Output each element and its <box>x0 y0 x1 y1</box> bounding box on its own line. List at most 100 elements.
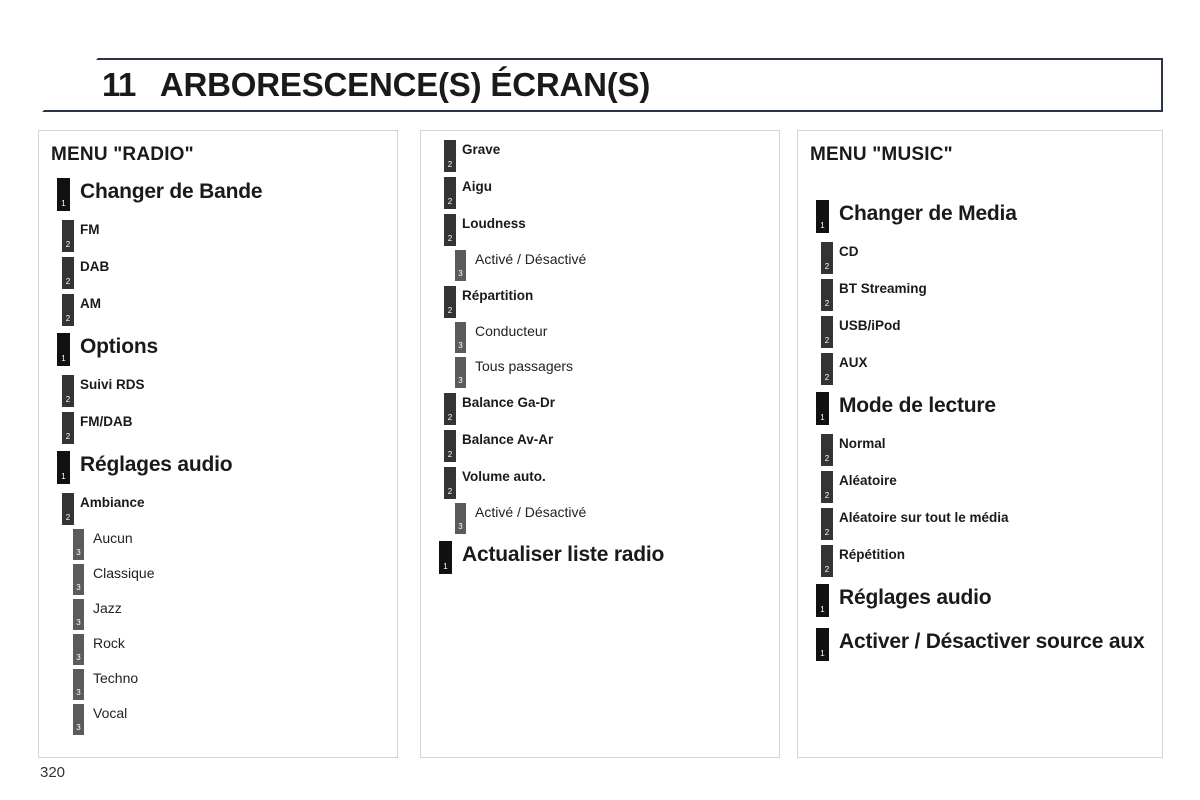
menu-column-radio: MENU "RADIO" 1 Changer de Bande 2 FM 2 DAB 2 AM… <box>38 130 398 758</box>
menu-node-label: Changer de Bande <box>80 180 263 203</box>
menu-node-level-3[interactable]: 3 Aucun <box>39 529 397 561</box>
level-2-marker-icon: 2 <box>821 545 833 577</box>
level-2-marker-icon: 2 <box>62 493 74 525</box>
menu-node-label: Rock <box>93 635 125 651</box>
level-1-marker-icon: 1 <box>816 200 829 233</box>
menu-node-level-2[interactable]: 2 Aléatoire <box>798 471 1162 504</box>
chapter-header-content: 11 ARBORESCENCE(S) ÉCRAN(S) <box>42 66 650 104</box>
menu-node-level-2[interactable]: 2 Suivi RDS <box>39 375 397 408</box>
menu-node-level-3[interactable]: 3 Vocal <box>39 704 397 736</box>
level-marker-number: 3 <box>76 688 81 697</box>
menu-node-level-1[interactable]: 1 Mode de lecture <box>798 392 1162 430</box>
menu-node-label: Loudness <box>462 216 526 231</box>
level-marker-number: 1 <box>61 199 66 208</box>
column-3-content: MENU "MUSIC" 1 Changer de Media 2 CD 2 BT Str… <box>798 131 1162 757</box>
menu-node-level-2[interactable]: 2 CD <box>798 242 1162 275</box>
menu-node-label: Aigu <box>462 179 492 194</box>
menu-node-level-2[interactable]: 2 Répartition <box>421 286 779 319</box>
menu-node-label: Activé / Désactivé <box>475 251 587 267</box>
menu-node-level-2[interactable]: 2 FM/DAB <box>39 412 397 445</box>
menu-node-label: Réglages audio <box>80 453 233 476</box>
menu-node-label: Ambiance <box>80 495 145 510</box>
chapter-header-banner: 11 ARBORESCENCE(S) ÉCRAN(S) <box>40 58 1163 112</box>
level-2-marker-icon: 2 <box>821 316 833 348</box>
level-marker-number: 1 <box>820 221 825 230</box>
menu-node-label: Grave <box>462 142 501 157</box>
menu-node-level-1[interactable]: 1 Réglages audio <box>798 584 1162 622</box>
menu-node-label: DAB <box>80 259 110 274</box>
menu-node-level-2[interactable]: 2 Aléatoire sur tout le média <box>798 508 1162 541</box>
level-marker-number: 2 <box>824 565 830 574</box>
level-marker-number: 2 <box>447 487 453 496</box>
menu-node-level-2[interactable]: 2 DAB <box>39 257 397 290</box>
menu-node-level-2[interactable]: 2 Ambiance <box>39 493 397 526</box>
menu-node-label: Aléatoire sur tout le média <box>839 510 1009 525</box>
level-marker-number: 2 <box>65 432 71 441</box>
level-marker-number: 2 <box>447 197 453 206</box>
menu-node-level-2[interactable]: 2 BT Streaming <box>798 279 1162 312</box>
menu-node-level-2[interactable]: 2 FM <box>39 220 397 253</box>
menu-node-level-3[interactable]: 3 Rock <box>39 634 397 666</box>
level-3-marker-icon: 3 <box>73 704 84 735</box>
level-marker-number: 2 <box>65 277 71 286</box>
level-2-marker-icon: 2 <box>444 214 456 246</box>
menu-node-level-2[interactable]: 2 Grave <box>421 140 779 173</box>
chapter-number: 11 <box>102 66 136 103</box>
page-number: 320 <box>40 764 66 781</box>
menu-node-level-2[interactable]: 2 Aigu <box>421 177 779 210</box>
menu-node-label: Tous passagers <box>475 358 574 374</box>
menu-node-level-3[interactable]: 3 Techno <box>39 669 397 701</box>
menu-node-label: Activer / Désactiver source aux <box>839 630 1145 653</box>
column-1-content: MENU "RADIO" 1 Changer de Bande 2 FM 2 DAB 2 AM… <box>39 131 397 757</box>
level-2-marker-icon: 2 <box>444 177 456 209</box>
menu-node-level-3[interactable]: 3 Activé / Désactivé <box>421 250 779 282</box>
menu-node-level-3[interactable]: 3 Tous passagers <box>421 357 779 389</box>
menu-tree-radio: 1 Changer de Bande 2 FM 2 DAB 2 AM 1 Options 2 Suiv… <box>39 178 397 736</box>
menu-node-level-1[interactable]: 1 Changer de Media <box>798 200 1162 238</box>
level-marker-number: 1 <box>61 472 66 481</box>
menu-node-level-2[interactable]: 2 Balance Ga-Dr <box>421 393 779 426</box>
menu-node-level-3[interactable]: 3 Classique <box>39 564 397 596</box>
level-marker-number: 3 <box>458 522 463 531</box>
level-marker-number: 2 <box>824 299 830 308</box>
menu-node-level-2[interactable]: 2 Volume auto. <box>421 467 779 500</box>
level-1-marker-icon: 1 <box>57 333 70 366</box>
menu-node-label: Balance Av-Ar <box>462 432 554 447</box>
level-marker-number: 2 <box>824 454 830 463</box>
menu-node-label: CD <box>839 244 859 259</box>
menu-node-level-1[interactable]: 1 Changer de Bande <box>39 178 397 216</box>
level-1-marker-icon: 1 <box>816 392 829 425</box>
menu-node-level-3[interactable]: 3 Activé / Désactivé <box>421 503 779 535</box>
level-2-marker-icon: 2 <box>821 508 833 540</box>
menu-node-level-2[interactable]: 2 AM <box>39 294 397 327</box>
menu-node-level-2[interactable]: 2 AUX <box>798 353 1162 386</box>
menu-node-level-2[interactable]: 2 Balance Av-Ar <box>421 430 779 463</box>
menu-node-level-1[interactable]: 1 Actualiser liste radio <box>421 541 779 579</box>
menu-node-label: Répétition <box>839 547 905 562</box>
menu-node-level-2[interactable]: 2 Loudness <box>421 214 779 247</box>
level-marker-number: 3 <box>458 376 463 385</box>
menu-tree-audio-continued: 2 Grave 2 Aigu 2 Loudness 3 Activé / Désactivé 2… <box>421 140 779 579</box>
level-marker-number: 3 <box>458 341 463 350</box>
level-marker-number: 3 <box>76 618 81 627</box>
menu-node-label: Changer de Media <box>839 202 1017 225</box>
menu-node-level-1[interactable]: 1 Options <box>39 333 397 371</box>
level-2-marker-icon: 2 <box>62 257 74 289</box>
level-1-marker-icon: 1 <box>439 541 452 574</box>
menu-tree-music: 1 Changer de Media 2 CD 2 BT Streaming 2 USB/iP… <box>798 200 1162 666</box>
level-2-marker-icon: 2 <box>444 286 456 318</box>
menu-node-label: Aucun <box>93 530 133 546</box>
level-2-marker-icon: 2 <box>444 393 456 425</box>
level-marker-number: 1 <box>820 413 825 422</box>
menu-node-level-3[interactable]: 3 Conducteur <box>421 322 779 354</box>
menu-node-level-2[interactable]: 2 USB/iPod <box>798 316 1162 349</box>
menu-node-level-3[interactable]: 3 Jazz <box>39 599 397 631</box>
level-3-marker-icon: 3 <box>73 634 84 665</box>
level-marker-number: 2 <box>65 314 71 323</box>
menu-node-level-1[interactable]: 1 Réglages audio <box>39 451 397 489</box>
menu-node-label: Techno <box>93 670 139 686</box>
level-2-marker-icon: 2 <box>821 279 833 311</box>
menu-node-level-2[interactable]: 2 Répétition <box>798 545 1162 578</box>
menu-node-level-1[interactable]: 1 Activer / Désactiver source aux <box>798 628 1162 666</box>
menu-node-level-2[interactable]: 2 Normal <box>798 434 1162 467</box>
